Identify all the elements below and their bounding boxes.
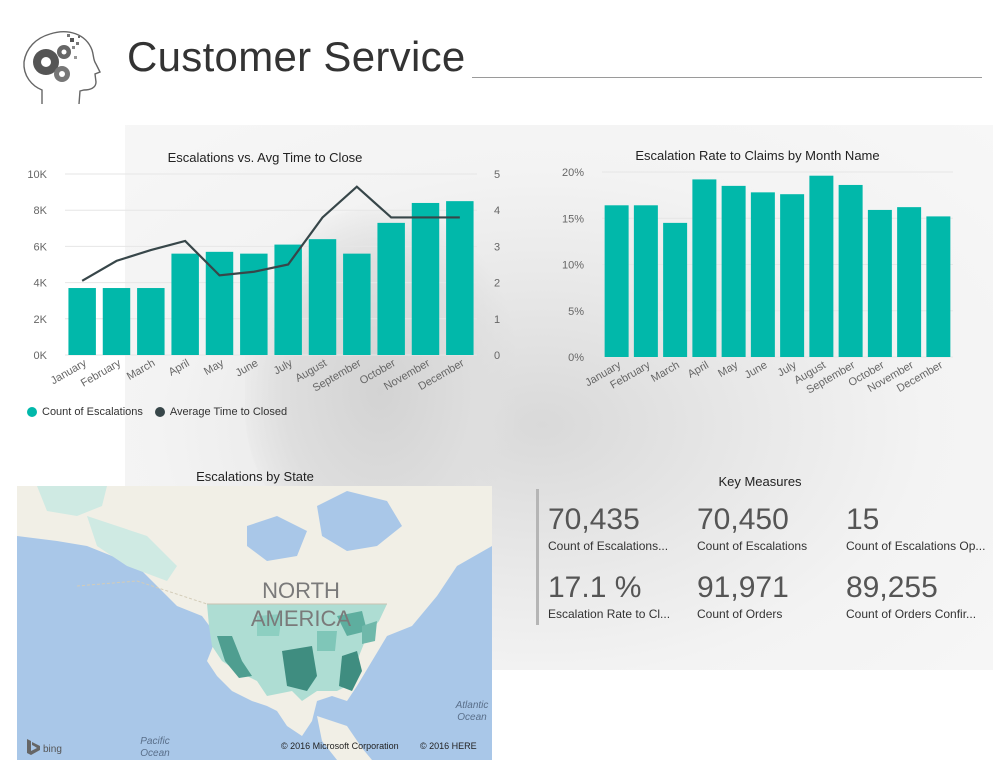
bar-rate-january[interactable] [604,205,629,357]
page-title: Customer Service [127,33,466,80]
key-measures-title: Key Measures [718,474,802,489]
map-ocean-pacific-2: Ocean [140,748,170,759]
escalations-chart[interactable]: 0K2K4K6K8K10K012345JanuaryFebruary March A… [20,160,520,400]
legend-label-count: Count of Escalations [42,406,143,418]
y-tick-right: 3 [494,241,500,253]
title-divider [472,77,982,78]
map-canvas: NORTH AMERICA Atlantic Ocean Pacific Oce… [17,486,492,760]
bar-count-march[interactable] [137,288,165,355]
x-tick-label: May [202,357,226,378]
bar-rate-october[interactable] [867,209,892,357]
svg-text:bing: bing [43,744,62,755]
y-tick-right: 5 [494,169,500,181]
x-tick-label: April [686,359,711,380]
measure-label: Count of Escalations Op... [846,539,986,553]
y-tick: 20% [562,167,584,179]
measure-label: Count of Escalations [697,539,808,553]
bar-rate-september[interactable] [838,184,863,357]
key-measures-accent-bar [536,489,539,625]
y-tick-right: 1 [494,314,500,326]
measure-label: Count of Orders [697,607,783,621]
legend-label-avg-time: Average Time to Closed [169,406,288,418]
bar-count-december[interactable] [446,201,474,355]
y-tick-right: 2 [494,278,500,290]
map-title: Escalations by State [196,469,314,484]
bar-count-july[interactable] [274,244,302,355]
measure-value: 15 [846,503,880,536]
measure-card[interactable]: 17.1 % Escalation Rate to Cl... [548,571,683,621]
measure-value: 17.1 % [548,571,642,604]
y-tick-right: 0 [494,350,500,362]
legend-item-count[interactable]: Count of Escalations [27,406,143,418]
teal-dot-icon [27,407,37,417]
y-tick: 5% [568,306,584,318]
x-tick-label: June [743,359,770,381]
measure-label: Count of Escalations... [548,539,669,553]
y-tick-left: 6K [34,241,48,253]
dark-dot-icon [154,407,165,417]
x-tick-label: April [167,357,192,378]
measure-card[interactable]: 70,435 Count of Escalations... [548,503,683,553]
measure-value: 70,450 [697,503,789,536]
bar-count-april[interactable] [171,253,199,355]
y-tick-left: 2K [34,314,48,326]
measure-card[interactable]: 91,971 Count of Orders [697,571,832,621]
measure-card[interactable]: 89,255 Count of Orders Confir... [846,571,992,621]
bar-count-january[interactable] [68,288,96,355]
bar-count-november[interactable] [411,202,440,355]
map-region-label-america: AMERICA [251,606,352,631]
x-tick-label: February [79,357,124,390]
escalations-legend: Count of Escalations Average Time to Clo… [27,406,287,418]
measure-value: 91,971 [697,571,789,604]
measure-value: 89,255 [846,571,938,604]
bar-rate-march[interactable] [663,222,688,357]
map-ocean-pacific-1: Pacific [140,736,169,747]
key-measures-panel: 70,435 Count of Escalations... 70,450 Co… [536,489,995,629]
y-tick-left: 8K [34,205,48,217]
head-gears-logo-icon [23,31,101,105]
x-tick-label: March [125,357,157,383]
y-tick-left: 4K [34,278,48,290]
bing-logo-icon: bing [27,739,62,755]
x-tick-label: July [272,357,295,377]
bar-count-october[interactable] [377,222,405,355]
measure-value: 70,435 [548,503,640,536]
x-tick-label: March [649,359,681,385]
x-tick-label: May [716,359,740,380]
legend-item-avg-time[interactable]: Average Time to Closed [154,406,288,418]
rate-chart[interactable]: 0%5%10%15%20%JanuaryFebruaryMarch April Ma… [545,160,965,400]
bar-rate-november[interactable] [897,207,922,357]
measure-label: Count of Orders Confir... [846,607,977,621]
x-tick-label: June [234,357,261,379]
bar-count-february[interactable] [102,288,131,355]
bar-rate-april[interactable] [692,179,717,357]
map-copyright-microsoft: © 2016 Microsoft Corporation [281,741,399,751]
measure-label: Escalation Rate to Cl... [548,607,671,621]
measure-card[interactable]: 70,450 Count of Escalations [697,503,832,553]
bar-count-august[interactable] [308,239,337,355]
map-region-label-north: NORTH [262,578,340,603]
bar-rate-june[interactable] [750,192,775,357]
y-tick: 10% [562,260,584,272]
map-ocean-atlantic-1: Atlantic [455,700,489,711]
bar-rate-february[interactable] [633,205,658,357]
y-tick: 15% [562,213,584,225]
map-copyright-here: © 2016 HERE [420,741,477,751]
bar-count-may[interactable] [205,251,234,355]
y-tick: 0% [568,352,584,364]
y-tick-right: 4 [494,205,500,217]
measure-card[interactable]: 15 Count of Escalations Op... [846,503,992,553]
bar-count-september[interactable] [343,253,371,355]
bar-rate-august[interactable] [809,175,834,357]
y-tick-left: 0K [34,350,48,362]
map-ocean-atlantic-2: Ocean [457,712,487,723]
escalations-map[interactable]: NORTH AMERICA Atlantic Ocean Pacific Oce… [17,486,492,760]
bar-rate-may[interactable] [721,185,746,357]
bar-rate-july[interactable] [780,194,805,357]
y-tick-left: 10K [27,169,47,181]
bar-rate-december[interactable] [926,216,951,357]
